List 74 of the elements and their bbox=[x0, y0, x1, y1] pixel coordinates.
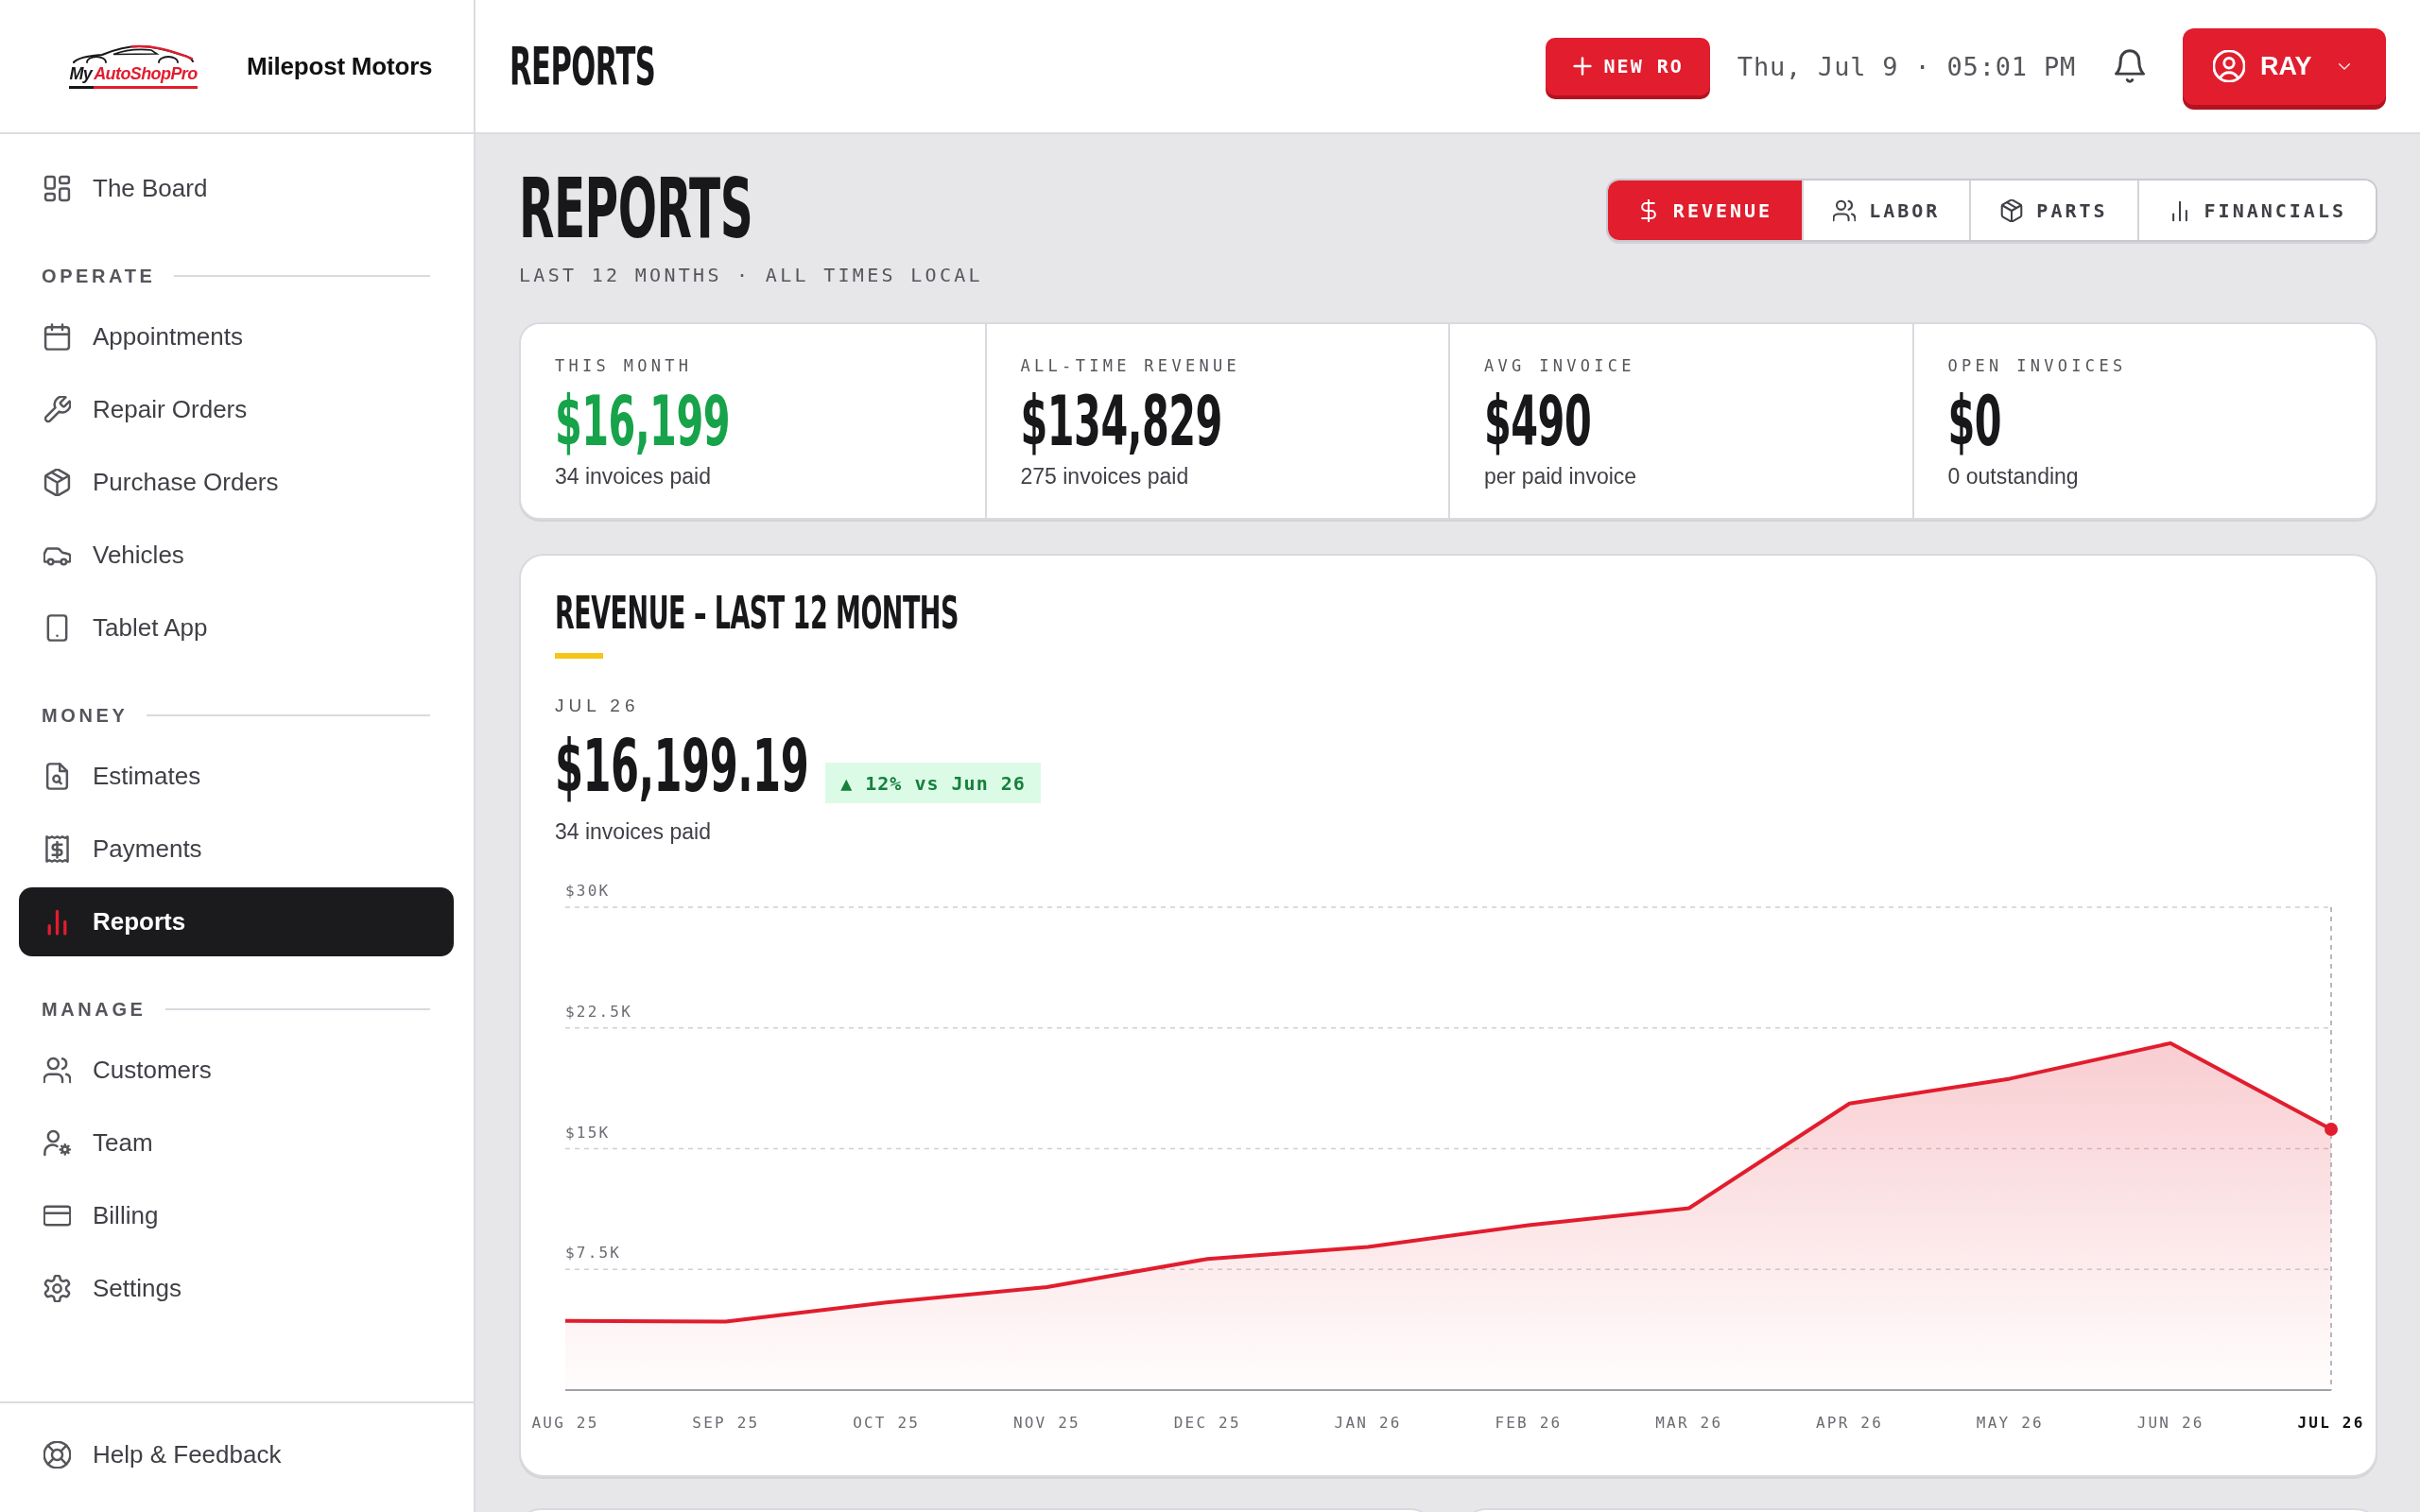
car-logo-icon bbox=[72, 43, 195, 65]
grid-icon bbox=[43, 175, 71, 202]
page-heading: REPORTS bbox=[519, 168, 753, 251]
receipt-dollar-icon bbox=[43, 835, 71, 863]
lifebuoy-icon bbox=[43, 1441, 71, 1469]
axis-label: $7.5K bbox=[565, 1244, 622, 1263]
document-search-icon bbox=[43, 763, 71, 790]
axis-label: NOV 25 bbox=[1012, 1414, 1080, 1432]
nav-item[interactable]: Reports bbox=[19, 887, 454, 956]
stat-value: $490 bbox=[1484, 386, 1592, 455]
report-tab[interactable]: FINANCIALS bbox=[2136, 180, 2376, 240]
box-icon bbox=[43, 469, 71, 496]
calendar-icon bbox=[43, 323, 71, 351]
axis-label: $15K bbox=[565, 1123, 611, 1142]
stat-label: THIS MONTH bbox=[555, 356, 694, 375]
nav-item[interactable]: Help & Feedback bbox=[19, 1420, 454, 1489]
invoice-count: 34 invoices paid bbox=[555, 818, 712, 845]
stat-note: 275 invoices paid bbox=[1020, 463, 1190, 490]
stat-value: $134,829 bbox=[1020, 386, 1222, 455]
user-gear-icon bbox=[43, 1129, 71, 1157]
nav-item[interactable]: Vehicles bbox=[19, 521, 454, 590]
stat-value: $0 bbox=[1947, 386, 2002, 455]
stat-note: per paid invoice bbox=[1484, 463, 1638, 490]
nav-item[interactable]: Settings bbox=[19, 1254, 454, 1323]
stat-note: 0 outstanding bbox=[1947, 463, 2080, 490]
axis-label: DEC 25 bbox=[1173, 1414, 1241, 1432]
axis-label: MAR 26 bbox=[1655, 1414, 1723, 1432]
stat-label: AVG INVOICE bbox=[1484, 356, 1636, 375]
axis-label: SEP 25 bbox=[692, 1414, 760, 1432]
nav-item[interactable]: Repair Orders bbox=[19, 375, 454, 444]
date-time: Thu, Jul 9 · 05:01 PM bbox=[1737, 51, 2076, 81]
period-label: JUL 26 bbox=[555, 695, 641, 717]
report-tab[interactable]: REVENUE bbox=[1607, 180, 1803, 240]
axis-label: FEB 26 bbox=[1495, 1414, 1563, 1432]
axis-label: $22.5K bbox=[565, 1002, 632, 1021]
axis-label: JUL 26 bbox=[2297, 1414, 2365, 1432]
axis-label: APR 26 bbox=[1816, 1414, 1884, 1432]
axis-label: JUN 26 bbox=[2136, 1414, 2204, 1432]
axis-label: AUG 25 bbox=[531, 1414, 599, 1432]
axis-label: $30K bbox=[565, 882, 611, 900]
logo-wordmark: MyAutoShopPro bbox=[69, 65, 198, 89]
nav-item[interactable]: Purchase Orders bbox=[19, 448, 454, 517]
section-label: MONEY bbox=[42, 704, 129, 727]
page-title: REPORTS bbox=[510, 40, 656, 93]
nav-item[interactable]: The Board bbox=[19, 154, 454, 223]
axis-label: JAN 26 bbox=[1334, 1414, 1402, 1432]
plus-icon bbox=[1571, 56, 1593, 77]
wrench-icon bbox=[43, 396, 71, 423]
nav-item[interactable]: Estimates bbox=[19, 742, 454, 811]
axis-label: MAY 26 bbox=[1976, 1414, 2044, 1432]
stat-label: ALL-TIME REVENUE bbox=[1020, 356, 1242, 375]
section-label: MANAGE bbox=[42, 998, 147, 1021]
stat-value: $16,199 bbox=[555, 386, 730, 455]
section-label: OPERATE bbox=[42, 265, 156, 287]
notifications-icon[interactable] bbox=[2114, 49, 2146, 83]
nav-item[interactable]: Team bbox=[19, 1108, 454, 1177]
nav-item[interactable]: Payments bbox=[19, 815, 454, 884]
page-subtitle: LAST 12 MONTHS · ALL TIMES LOCAL bbox=[519, 264, 983, 286]
box-icon bbox=[2000, 198, 2024, 222]
chart-title: REVENUE – LAST 12 MONTHS bbox=[555, 591, 959, 636]
change-badge: ▲ 12% vs Jun 26 bbox=[825, 763, 1041, 803]
nav-item[interactable]: Appointments bbox=[19, 302, 454, 371]
nav-item[interactable]: Customers bbox=[19, 1036, 454, 1105]
period-amount: $16,199.19 bbox=[555, 729, 809, 802]
stat-label: OPEN INVOICES bbox=[1947, 356, 2128, 375]
nav-item[interactable]: Billing bbox=[19, 1181, 454, 1250]
shop-name: Milepost Motors bbox=[247, 51, 433, 81]
data-point bbox=[2325, 1123, 2338, 1137]
nav-item[interactable]: Tablet App bbox=[19, 593, 454, 662]
settings-icon bbox=[43, 1275, 71, 1302]
users-icon bbox=[1833, 198, 1857, 222]
axis-label: OCT 25 bbox=[853, 1414, 921, 1432]
stat-note: 34 invoices paid bbox=[555, 463, 712, 490]
users-icon bbox=[43, 1057, 71, 1084]
